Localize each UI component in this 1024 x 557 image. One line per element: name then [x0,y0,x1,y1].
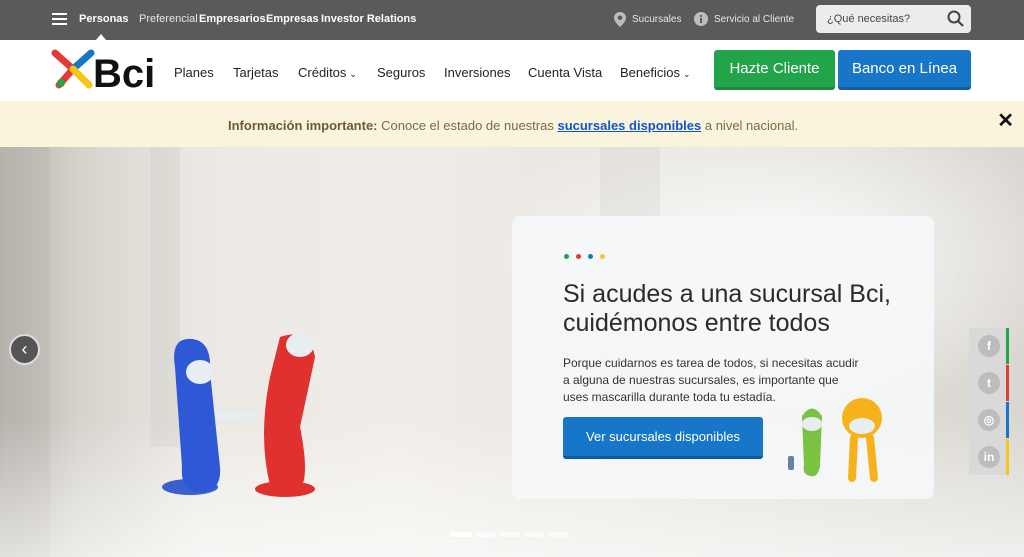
pager-dot[interactable] [547,532,568,537]
chevron-down-icon: ⌄ [682,69,691,79]
brand-dot [588,254,593,259]
close-icon[interactable]: ✕ [997,108,1014,133]
nav-creditos[interactable]: Créditos ⌄ [298,65,357,80]
nav-creditos-label: Créditos [298,65,347,80]
social-accent-bar [1006,402,1009,438]
search-placeholder[interactable]: ¿Qué necesitas? [827,13,910,25]
branches-link[interactable]: Sucursales [614,12,681,27]
brand-dot [600,254,605,259]
linkedin-button[interactable]: in [969,439,1009,475]
menu-icon[interactable] [52,13,67,25]
view-branches-button[interactable]: Ver sucursales disponibles [563,417,763,459]
customer-service-link[interactable]: Servicio al Cliente [694,12,794,26]
important-notice-banner: Información importante: Conoce el estado… [0,101,1024,147]
pager-dot[interactable] [523,532,544,537]
bci-logo-mark: Bci [51,49,155,96]
customer-service-label: Servicio al Cliente [714,13,795,25]
segment-empresas[interactable]: Empresas [266,13,319,25]
twitter-button[interactable]: t [969,365,1009,401]
pager-dot[interactable] [499,532,520,537]
hero-title: Si acudes a una sucursal Bci, cuidémonos… [563,280,891,337]
segment-preferencial[interactable]: Preferencial [139,13,198,25]
brand-dot [576,254,581,259]
segment-empresarios[interactable]: Empresarios [199,13,266,25]
nav-planes[interactable]: Planes [174,65,214,80]
carousel-prev-arrow[interactable]: ‹ [9,334,40,365]
facebook-icon: f [978,335,1000,357]
small-mascots-illustration [788,398,882,482]
facebook-button[interactable]: f [969,328,1009,364]
segment-investor-relations[interactable]: Investor Relations [321,13,416,25]
nav-beneficios-label: Beneficios [620,65,680,80]
location-pin-icon [614,12,626,27]
become-client-button[interactable]: Hazte Cliente [714,50,835,90]
main-header: Bci Planes Tarjetas Créditos ⌄ Seguros In… [0,40,1024,101]
nav-tarjetas[interactable]: Tarjetas [233,65,279,80]
linkedin-icon: in [978,446,1000,468]
instagram-icon: ◎ [978,409,1000,431]
online-banking-button[interactable]: Banco en Línea [838,50,971,90]
top-bar: Personas Preferencial Empresarios Empres… [0,0,1024,40]
search-icon[interactable] [947,10,965,28]
notice-text: Información importante: Conoce el estado… [228,118,798,133]
notice-label: Información importante: [228,118,378,133]
segment-personas[interactable]: Personas [79,13,129,25]
pager-dot[interactable] [475,532,496,537]
logo-text: Bci [93,52,155,91]
brand-dots [564,254,605,259]
info-icon [694,12,708,26]
social-accent-bar [1006,328,1009,364]
carousel-pager [451,532,568,537]
chevron-down-icon: ⌄ [349,69,357,79]
nav-inversiones[interactable]: Inversiones [444,65,510,80]
social-accent-bar [1006,439,1009,475]
instagram-button[interactable]: ◎ [969,402,1009,438]
mascot-illustration [162,333,315,497]
pager-dot[interactable] [451,532,472,537]
nav-beneficios[interactable]: Beneficios ⌄ [620,65,691,80]
notice-text-after: a nivel nacional. [701,118,799,133]
hero-card: Si acudes a una sucursal Bci, cuidémonos… [512,216,934,499]
notice-text-before: Conoce el estado de nuestras [377,118,558,133]
search-box[interactable]: ¿Qué necesitas? [816,5,971,33]
bci-logo[interactable]: Bci [51,45,156,96]
social-accent-bar [1006,365,1009,401]
branches-label: Sucursales [632,14,682,25]
twitter-icon: t [978,372,1000,394]
brand-dot [564,254,569,259]
hero-carousel: ‹ Si acudes a una sucursal Bci, cuidémon… [0,147,1024,557]
nav-seguros[interactable]: Seguros [377,65,425,80]
available-branches-link[interactable]: sucursales disponibles [557,118,701,133]
nav-cuenta-vista[interactable]: Cuenta Vista [528,65,602,80]
